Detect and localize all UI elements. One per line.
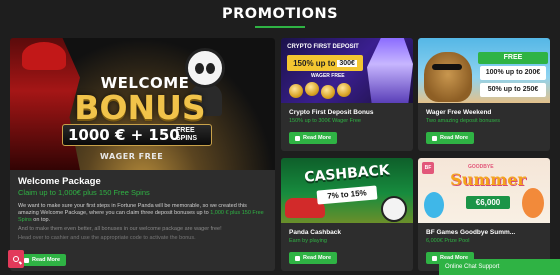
featured-description-part-b: on top. [31,217,51,223]
read-more-label: Read More [303,255,332,261]
camel-illustration [424,52,472,102]
wfw-banner-free: FREE [478,52,548,64]
featured-title: Welcome Package [18,176,101,187]
banner-bonus-text: BONUS [74,88,206,127]
red-hat-illustration [22,42,66,70]
wfw-banner-friday-offer: 100% up to 200€ [480,66,546,80]
read-more-label: Read More [303,135,332,141]
wager-free-weekend-banner[interactable]: FREE 100% up to 200€ 50% up to 250€ [418,38,550,103]
banner-wager-text: WAGER FREE [100,152,164,161]
banner-spins-text: FREE SPINS [176,127,198,142]
doc-icon [24,257,29,263]
crypto-banner-wager: WAGER FREE [311,73,345,79]
featured-subtitle: Claim up to 1,000€ plus 150 Free Spins [18,188,150,197]
doc-icon [295,135,300,141]
card-subtitle: Earn by playing [289,238,327,244]
promo-card-goodbye-summer[interactable]: BF GOODBYE Summer €6,000 BF Games Goodby… [418,158,550,271]
featured-read-more-button[interactable]: Read More [18,254,67,266]
character-illustration [522,188,544,218]
read-more-label: Read More [32,257,61,263]
featured-description-3: Head over to cashier and use the appropr… [18,235,196,241]
read-more-label: Read More [440,135,469,141]
crypto-banner-heading: CRYPTO FIRST DEPOSIT BONUS [287,44,359,64]
featured-description-2: And to make them even better, all bonuse… [18,226,222,232]
crypto-banner-amount: 300€ [337,59,357,67]
promo-card-wager-free-weekend[interactable]: FREE 100% up to 200€ 50% up to 250€ Wage… [418,38,550,151]
crypto-banner-pct: 150% up to [293,58,336,68]
goodbye-summer-banner[interactable]: BF GOODBYE Summer €6,000 [418,158,550,223]
welcome-bonus-banner[interactable]: WELCOME BONUS 1000 € + 150 FREE SPINS WA… [10,38,275,170]
card-title: Panda Cashback [289,229,342,236]
card-subtitle: 6,000€ Prize Pool [426,238,470,244]
crypto-banner-badge: 150% up to 300€ [287,55,363,71]
online-chat-support-bar[interactable]: Online Chat Support [439,259,560,275]
knight-illustration [367,38,413,103]
search-icon [13,256,19,262]
coin-icon [289,84,303,98]
coin-icon [337,83,351,97]
doc-icon [432,135,437,141]
cashback-banner-title: CASHBACK [303,162,391,186]
promo-card-cashback[interactable]: CASHBACK 7% to 15% Panda Cashback Earn b… [281,158,413,271]
card-title: Wager Free Weekend [426,109,492,116]
doc-icon [295,255,300,261]
search-button[interactable] [8,250,24,268]
summer-banner-prize: €6,000 [466,196,510,209]
summer-banner-title: Summer [450,170,526,189]
card-title: BF Games Goodbye Summ... [426,229,516,236]
featured-description: We want to make sure your first steps in… [18,203,267,224]
doc-icon [432,255,437,261]
panda-illustration [381,196,407,222]
promo-card-crypto[interactable]: CRYPTO FIRST DEPOSIT BONUS 150% up to 30… [281,38,413,151]
coins-illustration [289,82,353,100]
crypto-bonus-banner[interactable]: CRYPTO FIRST DEPOSIT BONUS 150% up to 30… [281,38,413,103]
featured-promo-card[interactable]: WELCOME BONUS 1000 € + 150 FREE SPINS WA… [10,38,275,271]
coin-icon [305,82,319,96]
bf-games-logo: BF [422,162,434,174]
read-more-button[interactable]: Read More [426,132,475,144]
sunglasses-illustration [432,64,462,70]
coin-icon [321,85,335,99]
banner-amount-text: 1000 € + 150 [68,126,180,144]
cashback-banner-pct: 7% to 15% [316,185,378,205]
cashback-banner[interactable]: CASHBACK 7% to 15% [281,158,413,223]
character-illustration [424,192,444,218]
page-title: PROMOTIONS [221,6,339,22]
read-more-button[interactable]: Read More [289,132,338,144]
read-more-button[interactable]: Read More [289,252,338,264]
card-subtitle: Two amazing deposit bonuses [426,118,500,124]
title-underline [255,26,305,28]
card-subtitle: 150% up to 300€ Wager Free [289,118,361,124]
wfw-banner-sunday-offer: 50% up to 250€ [480,83,546,97]
card-title: Crypto First Deposit Bonus [289,109,374,116]
